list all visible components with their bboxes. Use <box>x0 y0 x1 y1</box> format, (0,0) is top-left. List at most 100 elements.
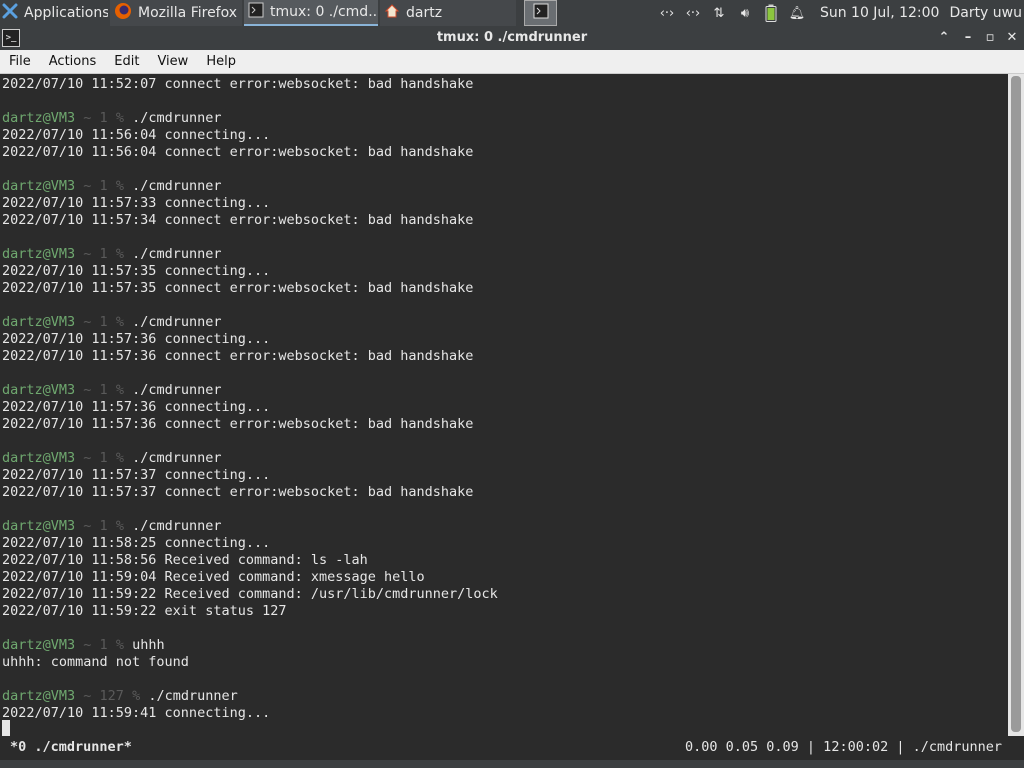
applications-menu-button[interactable]: Applications ≡ <box>0 0 108 26</box>
prompt-tilde: ~ <box>75 246 100 262</box>
clock[interactable]: Sun 10 Jul, 12:00 <box>820 5 940 21</box>
terminal-output-line: 2022/07/10 11:56:04 connecting... <box>2 127 271 143</box>
terminal-output-line: 2022/07/10 11:59:41 connecting... <box>2 705 271 721</box>
window-titlebar[interactable]: >_ tmux: 0 ./cmdrunner ⌃ – ▫ ✕ <box>0 26 1024 50</box>
prompt-tilde: ~ <box>75 178 100 194</box>
menu-actions[interactable]: Actions <box>40 54 106 69</box>
tmux-status-right: 0.00 0.05 0.09 | 12:00:02 | ./cmdrunner <box>685 739 1002 755</box>
terminal-output-line: 2022/07/10 11:59:04 Received command: xm… <box>2 569 425 585</box>
prompt-command: ./cmdrunner <box>132 178 222 194</box>
terminal-output: 2022/07/10 11:52:07 connect error:websoc… <box>2 76 498 722</box>
prompt-tilde: ~ <box>75 518 100 534</box>
network-icon[interactable]: ‹·› <box>654 0 680 26</box>
menu-help[interactable]: Help <box>197 54 245 69</box>
prompt-command: ./cmdrunner <box>132 246 222 262</box>
terminal-icon <box>248 2 264 22</box>
terminal-output-line: 2022/07/10 11:57:36 connecting... <box>2 331 271 347</box>
window-title: tmux: 0 ./cmdrunner <box>436 30 588 45</box>
prompt-symbol: % <box>123 688 149 704</box>
taskbar-item-label: dartz <box>406 5 443 21</box>
prompt-command: ./cmdrunner <box>132 518 222 534</box>
tmux-status-bar: *0 ./cmdrunner* 0.00 0.05 0.09 | 12:00:0… <box>0 736 1024 760</box>
prompt-user-host: dartz@VM3 <box>2 314 76 330</box>
taskbar-item-dartz[interactable]: dartz <box>380 0 516 26</box>
system-tray: ‹·› ‹·› ⇅ 🔊︎ 🔔︎ Sun 10 Jul, 12:00 Darty … <box>654 0 1024 26</box>
terminal-prompt-line: dartz@VM3 ~ 1 % ./cmdrunner <box>2 110 498 127</box>
prompt-user-host: dartz@VM3 <box>2 178 76 194</box>
prompt-command: ./cmdrunner <box>132 314 222 330</box>
prompt-user-host: dartz@VM3 <box>2 450 76 466</box>
prompt-symbol: % <box>107 518 133 534</box>
prompt-tilde: ~ <box>75 110 100 126</box>
prompt-symbol: % <box>107 450 133 466</box>
menu-file[interactable]: File <box>0 54 40 69</box>
terminal-output-line: 2022/07/10 11:57:35 connect error:websoc… <box>2 280 474 296</box>
terminal-output-line: 2022/07/10 11:56:04 connect error:websoc… <box>2 144 474 160</box>
close-icon[interactable]: ✕ <box>1002 28 1022 48</box>
prompt-exit-status: 1 <box>99 314 108 330</box>
prompt-user-host: dartz@VM3 <box>2 637 76 653</box>
prompt-tilde: ~ <box>75 314 100 330</box>
terminal-output-line: 2022/07/10 11:57:33 connecting... <box>2 195 271 211</box>
terminal-prompt-line: dartz@VM3 ~ 127 % ./cmdrunner <box>2 688 498 705</box>
scrollbar[interactable] <box>1008 74 1024 736</box>
terminal-output-line: 2022/07/10 11:58:25 connecting... <box>2 535 271 551</box>
menu-bar: File Actions Edit View Help <box>0 50 1024 74</box>
user-menu[interactable]: Darty uwu <box>949 5 1022 21</box>
menu-edit[interactable]: Edit <box>105 54 148 69</box>
battery-icon[interactable] <box>758 0 784 26</box>
prompt-exit-status: 1 <box>99 637 108 653</box>
maximize-icon[interactable]: ▫ <box>980 28 1000 48</box>
prompt-exit-status: 1 <box>99 450 108 466</box>
network-secondary-icon[interactable]: ‹·› <box>680 0 706 26</box>
window-bottom-border <box>0 760 1024 768</box>
xfce-logo-icon <box>2 3 18 23</box>
applications-label: Applications <box>24 5 108 21</box>
terminal-output-line: 2022/07/10 11:57:36 connecting... <box>2 399 271 415</box>
terminal-output-line: 2022/07/10 11:57:36 connect error:websoc… <box>2 348 474 364</box>
terminal-output-line: 2022/07/10 11:57:34 connect error:websoc… <box>2 212 474 228</box>
prompt-symbol: % <box>107 382 133 398</box>
terminal-prompt-line: dartz@VM3 ~ 1 % ./cmdrunner <box>2 382 498 399</box>
workspace-terminal-launcher[interactable] <box>524 0 557 26</box>
prompt-command: ./cmdrunner <box>132 110 222 126</box>
terminal-prompt-line: dartz@VM3 ~ 1 % ./cmdrunner <box>2 450 498 467</box>
prompt-symbol: % <box>107 110 133 126</box>
scrollbar-thumb[interactable] <box>1011 76 1021 732</box>
prompt-user-host: dartz@VM3 <box>2 110 76 126</box>
menu-view[interactable]: View <box>148 54 197 69</box>
terminal-cursor <box>2 720 10 736</box>
transfer-arrows-icon[interactable]: ⇅ <box>706 0 732 26</box>
taskbar-item-tmux[interactable]: tmux: 0 ./cmd... <box>244 0 378 26</box>
prompt-command: uhhh <box>132 637 165 653</box>
volume-icon[interactable]: 🔊︎ <box>732 0 758 26</box>
terminal-output-line: 2022/07/10 11:59:22 exit status 127 <box>2 603 287 619</box>
tmux-window-list: *0 ./cmdrunner* <box>10 739 132 755</box>
taskbar-item-label: Mozilla Firefox <box>138 5 238 21</box>
terminal-output-line: uhhh: command not found <box>2 654 189 670</box>
terminal-prompt-line: dartz@VM3 ~ 1 % ./cmdrunner <box>2 314 498 331</box>
minimize-icon[interactable]: – <box>958 28 978 48</box>
terminal-output-line: 2022/07/10 11:59:22 Received command: /u… <box>2 586 498 602</box>
prompt-command: ./cmdrunner <box>132 382 222 398</box>
taskbar-item-firefox[interactable]: Mozilla Firefox <box>110 0 242 26</box>
chevron-up-icon[interactable]: ⌃ <box>934 28 954 48</box>
terminal-icon <box>533 3 549 23</box>
prompt-command: ./cmdrunner <box>132 450 222 466</box>
prompt-tilde: ~ <box>75 450 100 466</box>
notification-bell-icon[interactable]: 🔔︎ <box>784 0 810 26</box>
top-panel: Applications ≡ Mozilla Firefox tmux: 0 .… <box>0 0 1024 26</box>
terminal-prompt-line: dartz@VM3 ~ 1 % ./cmdrunner <box>2 246 498 263</box>
terminal-view[interactable]: 2022/07/10 11:52:07 connect error:websoc… <box>0 74 1008 736</box>
prompt-tilde: ~ <box>75 688 100 704</box>
prompt-symbol: % <box>107 178 133 194</box>
terminal-prompt-line: dartz@VM3 ~ 1 % ./cmdrunner <box>2 518 498 535</box>
